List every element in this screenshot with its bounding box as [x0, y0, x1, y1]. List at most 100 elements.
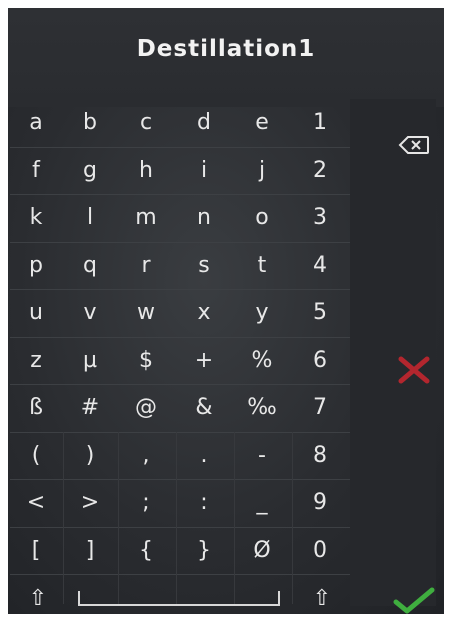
key-2-5[interactable]: 3 [292, 194, 348, 242]
key-label: l [86, 205, 94, 231]
key-label: , [142, 442, 150, 468]
key-8-2[interactable]: ; [118, 479, 174, 527]
key-6-0[interactable]: ß [10, 384, 62, 432]
key-3-0[interactable]: p [10, 242, 62, 290]
key-8-4[interactable]: _ [234, 479, 290, 527]
key-0-3[interactable]: d [176, 99, 232, 147]
key-0-1[interactable]: b [63, 99, 117, 147]
key-0-5[interactable]: 1 [292, 99, 348, 147]
key-0-4[interactable]: e [234, 99, 290, 147]
key-label: n [197, 205, 211, 231]
key-9-5[interactable]: 0 [292, 527, 348, 575]
key-label: a [29, 110, 43, 136]
key-8-5[interactable]: 9 [292, 479, 348, 527]
key-0-2[interactable]: c [118, 99, 174, 147]
key-label: x [197, 300, 211, 326]
key-4-4[interactable]: y [234, 289, 290, 337]
key-2-0[interactable]: k [10, 194, 62, 242]
key-7-1[interactable]: ) [63, 432, 117, 480]
key-6-2[interactable]: @ [118, 384, 174, 432]
key-5-4[interactable]: % [234, 337, 290, 385]
key-label: ; [142, 490, 150, 516]
key-5-0[interactable]: z [10, 337, 62, 385]
key-7-4[interactable]: - [234, 432, 290, 480]
key-7-0[interactable]: ( [10, 432, 62, 480]
key-label: 8 [313, 442, 327, 468]
key-6-1[interactable]: # [63, 384, 117, 432]
column-divider [234, 431, 235, 604]
key-2-3[interactable]: n [176, 194, 232, 242]
key-3-3[interactable]: s [176, 242, 232, 290]
key-1-2[interactable]: h [118, 147, 174, 195]
key-4-2[interactable]: w [118, 289, 174, 337]
key-label: Ø [253, 537, 271, 563]
key-9-1[interactable]: ] [63, 527, 117, 575]
key-label: ( [31, 442, 41, 468]
key-4-1[interactable]: v [63, 289, 117, 337]
key-1-3[interactable]: i [176, 147, 232, 195]
key-7-3[interactable]: . [176, 432, 232, 480]
key-label: v [83, 300, 97, 326]
key-5-3[interactable]: + [176, 337, 232, 385]
key-label: o [255, 205, 269, 231]
key-label: + [194, 347, 214, 373]
key-6-3[interactable]: & [176, 384, 232, 432]
row-divider [10, 574, 350, 575]
backspace-icon [398, 136, 429, 154]
key-6-4[interactable]: ‰ [234, 384, 290, 432]
cancel-button[interactable] [384, 352, 444, 388]
key-5-1[interactable]: µ [63, 337, 117, 385]
key-1-1[interactable]: g [63, 147, 117, 195]
key-7-2[interactable]: , [118, 432, 174, 480]
key-4-0[interactable]: u [10, 289, 62, 337]
key-9-0[interactable]: [ [10, 527, 62, 575]
key-8-0[interactable]: < [10, 479, 62, 527]
key-4-3[interactable]: x [176, 289, 232, 337]
key-9-3[interactable]: } [176, 527, 232, 575]
shift-right-key[interactable]: ⇧ [296, 582, 348, 614]
key-1-5[interactable]: 2 [292, 147, 348, 195]
key-8-3[interactable]: : [176, 479, 232, 527]
key-label: q [83, 252, 97, 278]
key-9-4[interactable]: Ø [234, 527, 290, 575]
key-label: $ [139, 347, 153, 373]
key-5-2[interactable]: $ [118, 337, 174, 385]
key-2-4[interactable]: o [234, 194, 290, 242]
key-label: µ [83, 347, 97, 373]
key-label: [ [31, 537, 41, 563]
key-label: _ [256, 490, 268, 516]
key-label: 5 [313, 300, 327, 326]
column-divider [176, 431, 177, 604]
key-label: # [80, 395, 100, 421]
key-1-0[interactable]: f [10, 147, 62, 195]
column-divider [118, 431, 119, 604]
key-label: 9 [313, 490, 327, 516]
key-7-5[interactable]: 8 [292, 432, 348, 480]
key-label: z [30, 347, 42, 373]
key-5-5[interactable]: 6 [292, 337, 348, 385]
shift-left-icon: ⇧ [28, 585, 48, 611]
key-label: 6 [313, 347, 327, 373]
key-3-2[interactable]: r [118, 242, 174, 290]
key-8-1[interactable]: > [63, 479, 117, 527]
key-9-2[interactable]: { [118, 527, 174, 575]
key-label: ß [29, 395, 43, 421]
key-label: w [137, 300, 155, 326]
key-label: 1 [313, 110, 327, 136]
key-2-1[interactable]: l [63, 194, 117, 242]
key-6-5[interactable]: 7 [292, 384, 348, 432]
shift-left-key[interactable]: ⇧ [12, 582, 64, 614]
backspace-button[interactable] [384, 130, 444, 160]
key-label: c [139, 110, 153, 136]
key-3-5[interactable]: 4 [292, 242, 348, 290]
space-bar[interactable] [66, 582, 292, 614]
confirm-button[interactable] [384, 584, 444, 616]
key-1-4[interactable]: j [234, 147, 290, 195]
key-label: m [135, 205, 157, 231]
key-2-2[interactable]: m [118, 194, 174, 242]
key-label: h [139, 157, 153, 183]
key-0-0[interactable]: a [10, 99, 62, 147]
key-4-5[interactable]: 5 [292, 289, 348, 337]
key-3-4[interactable]: t [234, 242, 290, 290]
key-3-1[interactable]: q [63, 242, 117, 290]
